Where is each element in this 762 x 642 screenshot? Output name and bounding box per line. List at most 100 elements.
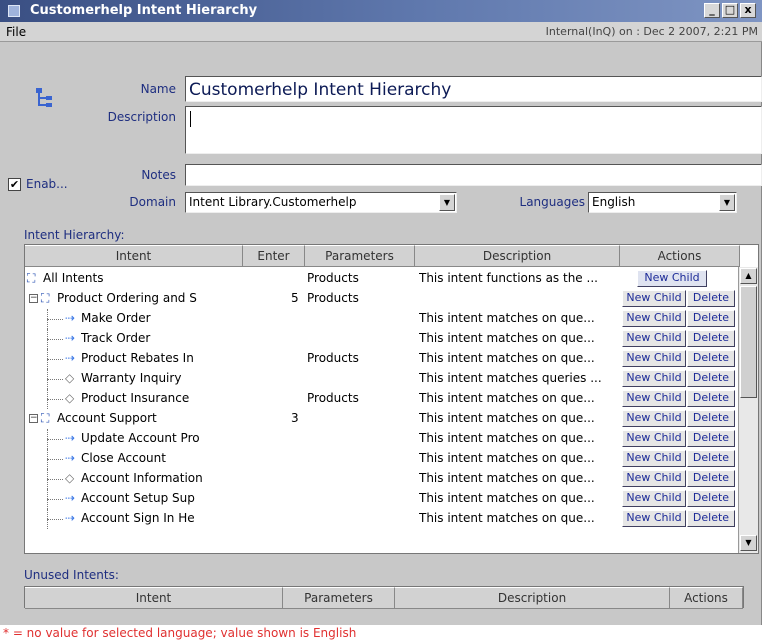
vertical-scrollbar[interactable]: ▲ ▼ bbox=[738, 267, 758, 553]
domain-select[interactable]: Intent Library.Customerhelp ▼ bbox=[185, 192, 457, 213]
table-row[interactable]: ◇ Warranty Inquiry This intent matches que… bbox=[25, 369, 737, 389]
new-child-button[interactable]: New Child bbox=[622, 410, 686, 427]
intent-arrow-icon: ⇢ bbox=[65, 351, 76, 365]
new-child-button[interactable]: New Child bbox=[622, 370, 686, 387]
intent-name[interactable]: Product Ordering and S bbox=[57, 291, 241, 305]
column-header-description[interactable]: Description bbox=[415, 245, 620, 267]
intent-name[interactable]: Account Support bbox=[57, 411, 241, 425]
tree-connector bbox=[47, 349, 48, 369]
delete-button[interactable]: Delete bbox=[687, 290, 735, 307]
table-row[interactable]: ⇢ Account Setup Sup This intent matches on… bbox=[25, 489, 737, 509]
intent-name[interactable]: Product Rebates In bbox=[81, 351, 241, 365]
intent-diamond-icon: ◇ bbox=[65, 371, 75, 385]
collapse-toggle[interactable]: − bbox=[29, 414, 38, 423]
scroll-down-button[interactable]: ▼ bbox=[740, 535, 757, 551]
table-row[interactable]: ⇢ Track Order This intent matches on que..… bbox=[25, 329, 737, 349]
intent-name[interactable]: All Intents bbox=[43, 271, 241, 285]
table-row[interactable]: ⇢ Make Order This intent matches on que...… bbox=[25, 309, 737, 329]
scroll-thumb[interactable] bbox=[740, 286, 757, 398]
intent-name[interactable]: Account Information bbox=[81, 471, 241, 485]
table-row[interactable]: − ⛶ Product Ordering and S 5 Products New Chi… bbox=[25, 289, 737, 309]
unused-header-intent[interactable]: Intent bbox=[25, 587, 283, 609]
notes-field[interactable] bbox=[185, 164, 762, 186]
delete-button[interactable]: Delete bbox=[687, 450, 735, 467]
scroll-up-button[interactable]: ▲ bbox=[740, 268, 757, 284]
intent-name[interactable]: Update Account Pro bbox=[81, 431, 241, 445]
tree-connector bbox=[47, 509, 48, 529]
delete-button[interactable]: Delete bbox=[687, 310, 735, 327]
hierarchy-section-label: Intent Hierarchy: bbox=[24, 228, 125, 242]
tree-connector bbox=[47, 379, 63, 380]
delete-button[interactable]: Delete bbox=[687, 390, 735, 407]
description-value: This intent matches on que... bbox=[419, 411, 595, 425]
new-child-button[interactable]: New Child bbox=[622, 450, 686, 467]
column-header-intent[interactable]: Intent bbox=[25, 245, 243, 267]
tree-connector bbox=[47, 489, 48, 509]
languages-label: Languages bbox=[519, 195, 585, 209]
enter-value: 5 bbox=[291, 291, 299, 305]
intent-name[interactable]: Track Order bbox=[81, 331, 241, 345]
close-button[interactable]: x bbox=[740, 3, 756, 18]
name-field[interactable]: Customerhelp Intent Hierarchy bbox=[185, 76, 762, 102]
unused-header-parameters[interactable]: Parameters bbox=[283, 587, 395, 609]
delete-button[interactable]: Delete bbox=[687, 350, 735, 367]
intent-arrow-icon: ⇢ bbox=[65, 311, 76, 325]
minimize-button[interactable]: _ bbox=[704, 3, 720, 18]
intent-hierarchy-table: Intent Enter Parameters Description Acti… bbox=[24, 244, 759, 554]
table-row[interactable]: − ⛶ Account Support 3 This intent matches on… bbox=[25, 409, 737, 429]
description-field[interactable] bbox=[185, 106, 762, 154]
new-child-button[interactable]: New Child bbox=[622, 430, 686, 447]
new-child-button[interactable]: New Child bbox=[622, 310, 686, 327]
languages-select[interactable]: English ▼ bbox=[588, 192, 737, 213]
delete-button[interactable]: Delete bbox=[687, 410, 735, 427]
intent-name[interactable]: Warranty Inquiry bbox=[81, 371, 241, 385]
new-child-button[interactable]: New Child bbox=[622, 330, 686, 347]
delete-button[interactable]: Delete bbox=[687, 430, 735, 447]
unused-section-label: Unused Intents: bbox=[24, 568, 119, 582]
new-child-button[interactable]: New Child bbox=[637, 270, 707, 287]
intent-name[interactable]: Account Sign In He bbox=[81, 511, 241, 525]
description-value: This intent matches on que... bbox=[419, 471, 595, 485]
new-child-button[interactable]: New Child bbox=[622, 350, 686, 367]
delete-button[interactable]: Delete bbox=[687, 510, 735, 527]
table-row[interactable]: ◇ Account Information This intent matches … bbox=[25, 469, 737, 489]
table-row[interactable]: ⛶ All Intents Products This intent function… bbox=[25, 269, 737, 289]
description-value: This intent matches on que... bbox=[419, 311, 595, 325]
delete-button[interactable]: Delete bbox=[687, 490, 735, 507]
description-label: Description bbox=[107, 110, 176, 124]
table-row[interactable]: ⇢ Account Sign In He This intent matches o… bbox=[25, 509, 737, 529]
title-bar[interactable]: Customerhelp Intent Hierarchy _ □ x bbox=[0, 0, 762, 22]
intent-name[interactable]: Product Insurance bbox=[81, 391, 241, 405]
column-header-actions[interactable]: Actions bbox=[620, 245, 740, 267]
maximize-button[interactable]: □ bbox=[722, 3, 738, 18]
intent-name[interactable]: Account Setup Sup bbox=[81, 491, 241, 505]
table-row[interactable]: ⇢ Close Account This intent matches on que… bbox=[25, 449, 737, 469]
collapse-toggle[interactable]: − bbox=[29, 294, 38, 303]
delete-button[interactable]: Delete bbox=[687, 330, 735, 347]
tree-connector bbox=[47, 329, 48, 349]
new-child-button[interactable]: New Child bbox=[622, 510, 686, 527]
new-child-button[interactable]: New Child bbox=[622, 470, 686, 487]
domain-dropdown-button[interactable]: ▼ bbox=[439, 194, 455, 211]
new-child-button[interactable]: New Child bbox=[622, 290, 686, 307]
description-value: This intent matches on que... bbox=[419, 331, 595, 345]
delete-button[interactable]: Delete bbox=[687, 370, 735, 387]
column-header-enter[interactable]: Enter bbox=[243, 245, 305, 267]
table-row[interactable]: ⇢ Product Rebates In Products This intent m… bbox=[25, 349, 737, 369]
column-header-parameters[interactable]: Parameters bbox=[305, 245, 415, 267]
languages-dropdown-button[interactable]: ▼ bbox=[719, 194, 735, 211]
new-child-button[interactable]: New Child bbox=[622, 390, 686, 407]
table-row[interactable]: ⇢ Update Account Pro This intent matches o… bbox=[25, 429, 737, 449]
app-icon bbox=[8, 5, 20, 17]
menu-file[interactable]: File bbox=[6, 25, 26, 39]
intent-name[interactable]: Close Account bbox=[81, 451, 241, 465]
unused-header-actions[interactable]: Actions bbox=[670, 587, 743, 609]
unused-header-description[interactable]: Description bbox=[395, 587, 670, 609]
delete-button[interactable]: Delete bbox=[687, 470, 735, 487]
menu-bar: File Internal(InQ) on : Dec 2 2007, 2:21… bbox=[0, 22, 762, 42]
enabled-checkbox[interactable]: ✔ bbox=[8, 178, 21, 191]
table-row[interactable]: ◇ Product Insurance Products This intent ma… bbox=[25, 389, 737, 409]
intent-name[interactable]: Make Order bbox=[81, 311, 241, 325]
intent-hierarchy-window: Customerhelp Intent Hierarchy _ □ x File… bbox=[0, 0, 762, 625]
new-child-button[interactable]: New Child bbox=[622, 490, 686, 507]
